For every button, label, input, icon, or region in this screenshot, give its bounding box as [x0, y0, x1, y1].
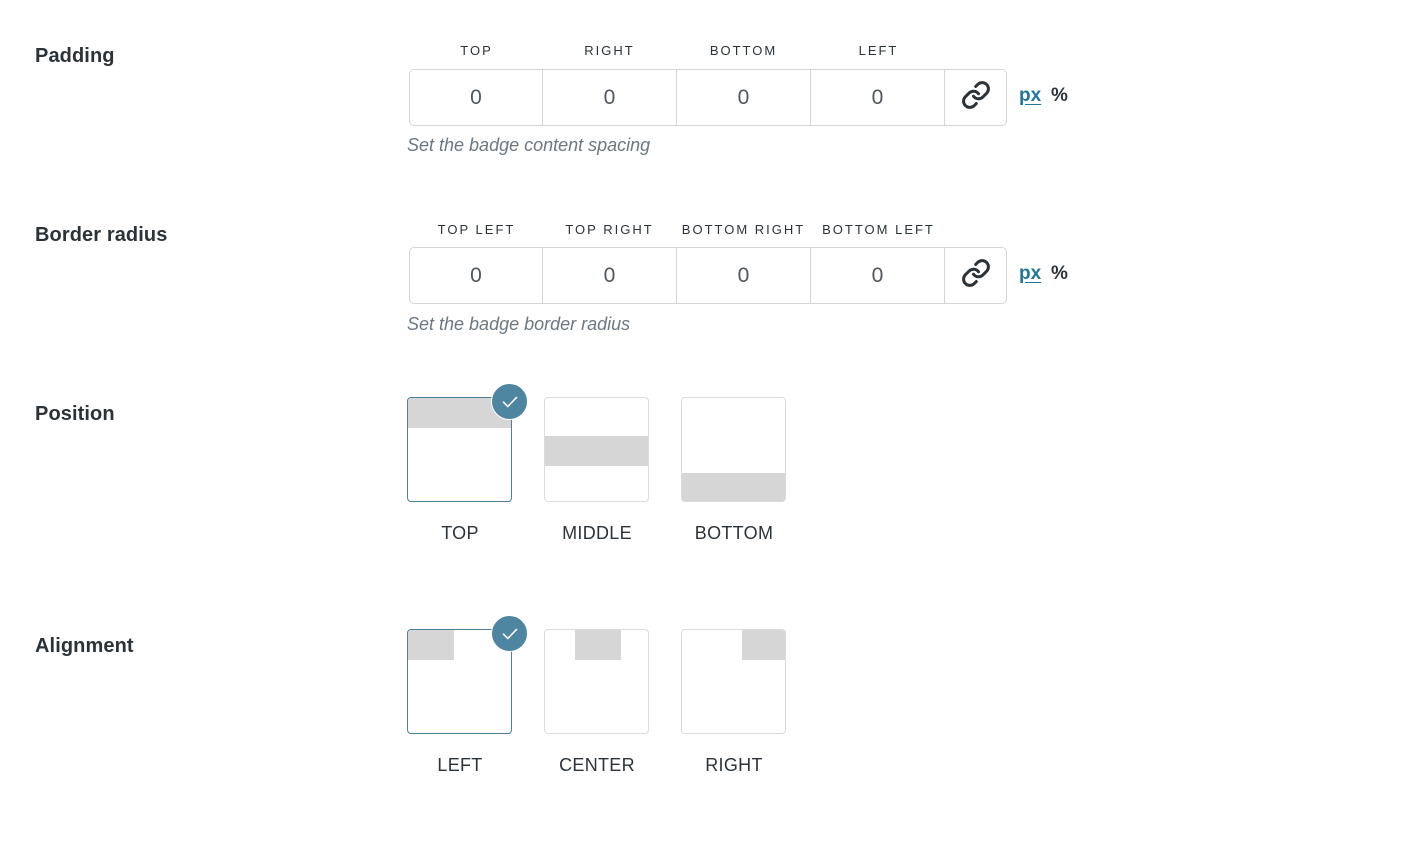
alignment-option-left-label: LEFT	[437, 755, 483, 775]
padding-header-top: TOP	[460, 43, 493, 58]
radius-header-top-left: TOP LEFT	[437, 222, 516, 237]
border-radius-inputs: 0 0 0 0	[409, 247, 1007, 304]
alignment-right-bar	[742, 630, 785, 660]
padding-header-bottom: BOTTOM	[709, 43, 778, 58]
radius-top-left-input[interactable]: 0	[410, 248, 543, 303]
border-radius-unit-px[interactable]: px	[1019, 263, 1041, 285]
padding-help-text: Set the badge content spacing	[407, 135, 651, 155]
alignment-center-bar	[575, 630, 621, 660]
padding-right-input[interactable]: 0	[543, 70, 677, 125]
padding-unit-px[interactable]: px	[1019, 85, 1041, 107]
radius-bottom-left-input[interactable]: 0	[811, 248, 945, 303]
position-option-bottom-label: BOTTOM	[694, 523, 774, 543]
position-option-top-label: TOP	[441, 523, 479, 543]
radius-bottom-right-input[interactable]: 0	[677, 248, 811, 303]
radius-top-right-input[interactable]: 0	[543, 248, 677, 303]
position-option-middle-label: MIDDLE	[562, 523, 632, 543]
link-icon	[961, 80, 991, 115]
position-top-check-icon	[491, 383, 528, 420]
alignment-option-center[interactable]	[544, 629, 649, 734]
alignment-label: Alignment	[35, 635, 134, 657]
radius-header-top-right: TOP RIGHT	[565, 222, 654, 237]
padding-left-input[interactable]: 0	[811, 70, 945, 125]
padding-label: Padding	[35, 45, 115, 67]
link-icon	[961, 258, 991, 293]
radius-header-bottom-left: BOTTOM LEFT	[822, 222, 935, 237]
alignment-left-bar	[408, 630, 454, 660]
position-label: Position	[35, 403, 115, 425]
padding-unit-percent[interactable]: %	[1051, 85, 1068, 107]
padding-top-input[interactable]: 0	[410, 70, 543, 125]
position-bottom-bar	[682, 473, 785, 501]
alignment-option-center-label: CENTER	[559, 755, 635, 775]
alignment-option-right-label: RIGHT	[705, 755, 763, 775]
radius-header-bottom-right: BOTTOM RIGHT	[681, 222, 806, 237]
alignment-left-check-icon	[491, 615, 528, 652]
position-option-bottom[interactable]	[681, 397, 786, 502]
padding-link-button[interactable]	[945, 70, 1006, 125]
padding-bottom-input[interactable]: 0	[677, 70, 811, 125]
border-radius-label: Border radius	[35, 224, 168, 246]
padding-header-right: RIGHT	[584, 43, 635, 58]
position-option-middle[interactable]	[544, 397, 649, 502]
badge-settings-page: Padding TOP RIGHT BOTTOM LEFT 0 0 0 0 px…	[0, 0, 1422, 858]
border-radius-help-text: Set the badge border radius	[407, 314, 631, 334]
padding-inputs: 0 0 0 0	[409, 69, 1007, 126]
position-middle-bar	[545, 436, 648, 466]
padding-header-left: LEFT	[858, 43, 899, 58]
alignment-option-right[interactable]	[681, 629, 786, 734]
border-radius-unit-percent[interactable]: %	[1051, 263, 1068, 285]
border-radius-link-button[interactable]	[945, 248, 1006, 303]
